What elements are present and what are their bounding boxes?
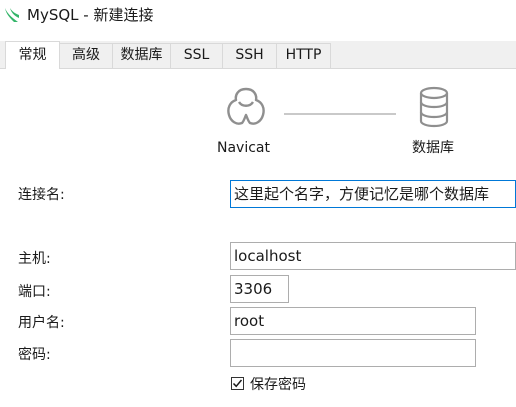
tab-ssl[interactable]: SSL (171, 43, 223, 68)
save-password-label[interactable]: 保存密码 (250, 376, 306, 394)
checkmark-icon (232, 379, 243, 388)
connection-line (284, 113, 396, 115)
host-input[interactable]: localhost (230, 242, 516, 270)
tab-general[interactable]: 常规 (5, 41, 60, 69)
database-label: 数据库 (412, 140, 454, 156)
window-title: MySQL - 新建连接 (27, 6, 154, 24)
port-input[interactable]: 3306 (230, 275, 289, 303)
connection-name-input[interactable]: 这里起个名字，方便记忆是哪个数据库 (230, 180, 516, 208)
connection-name-label: 连接名: (18, 187, 65, 203)
save-password-checkbox[interactable] (231, 377, 244, 390)
port-label: 端口: (18, 284, 51, 300)
database-icon (418, 85, 450, 129)
tab-advanced[interactable]: 高级 (60, 43, 113, 68)
tab-ssh[interactable]: SSH (223, 43, 277, 68)
host-label: 主机: (18, 251, 51, 267)
mysql-dolphin-icon (3, 6, 21, 24)
password-label: 密码: (18, 347, 51, 363)
tab-databases[interactable]: 数据库 (113, 43, 171, 68)
tab-http[interactable]: HTTP (277, 43, 331, 68)
title-bar: MySQL - 新建连接 (0, 0, 516, 32)
username-label: 用户名: (18, 315, 65, 331)
navicat-logo-icon (223, 85, 269, 129)
username-input[interactable]: root (230, 307, 476, 335)
tab-bar: 常规 高级 数据库 SSL SSH HTTP (0, 41, 516, 69)
password-input[interactable] (230, 339, 476, 367)
navicat-label: Navicat (217, 140, 270, 156)
